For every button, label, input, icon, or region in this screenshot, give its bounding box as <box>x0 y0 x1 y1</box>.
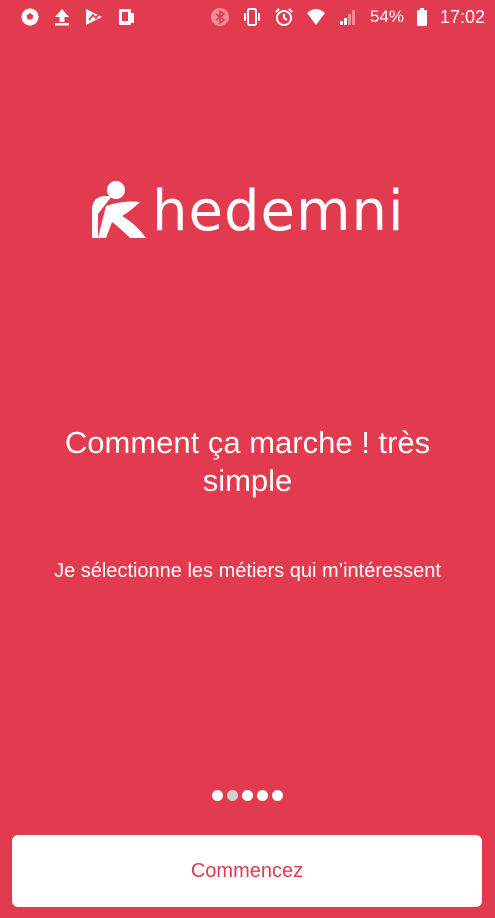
signal-icon <box>338 7 358 27</box>
alarm-icon <box>274 7 294 27</box>
khedemni-logo: hedemni <box>88 178 408 242</box>
status-bar-right: 54% 17:02 <box>210 7 485 28</box>
page-dot-3[interactable] <box>242 790 253 801</box>
logo-mark-icon <box>92 181 146 238</box>
wifi-icon <box>306 7 326 27</box>
status-bar: 54% 17:02 <box>0 0 495 34</box>
page-dot-4[interactable] <box>257 790 268 801</box>
vibrate-icon <box>242 7 262 27</box>
page-dot-1[interactable] <box>212 790 223 801</box>
page-indicator <box>0 790 495 804</box>
bluetooth-icon <box>210 7 230 27</box>
upload-icon <box>52 7 72 27</box>
page-dot-2-active[interactable] <box>227 790 238 801</box>
battery-percentage: 54% <box>369 7 404 26</box>
play-store-icon <box>84 7 104 27</box>
soccer-ball-icon <box>20 7 40 27</box>
clock: 17:02 <box>439 6 485 27</box>
onboarding-description: Je sélectionne les métiers qui m’intéres… <box>54 560 441 582</box>
logo-wordmark: hedemni <box>152 179 405 244</box>
start-button[interactable]: Commencez <box>12 835 482 907</box>
onboarding-headline: Comment ça marche ! très simple <box>64 425 431 498</box>
device-sync-icon <box>116 7 136 27</box>
page-dot-5[interactable] <box>272 790 283 801</box>
battery-icon <box>416 7 428 27</box>
status-bar-left <box>20 7 136 27</box>
